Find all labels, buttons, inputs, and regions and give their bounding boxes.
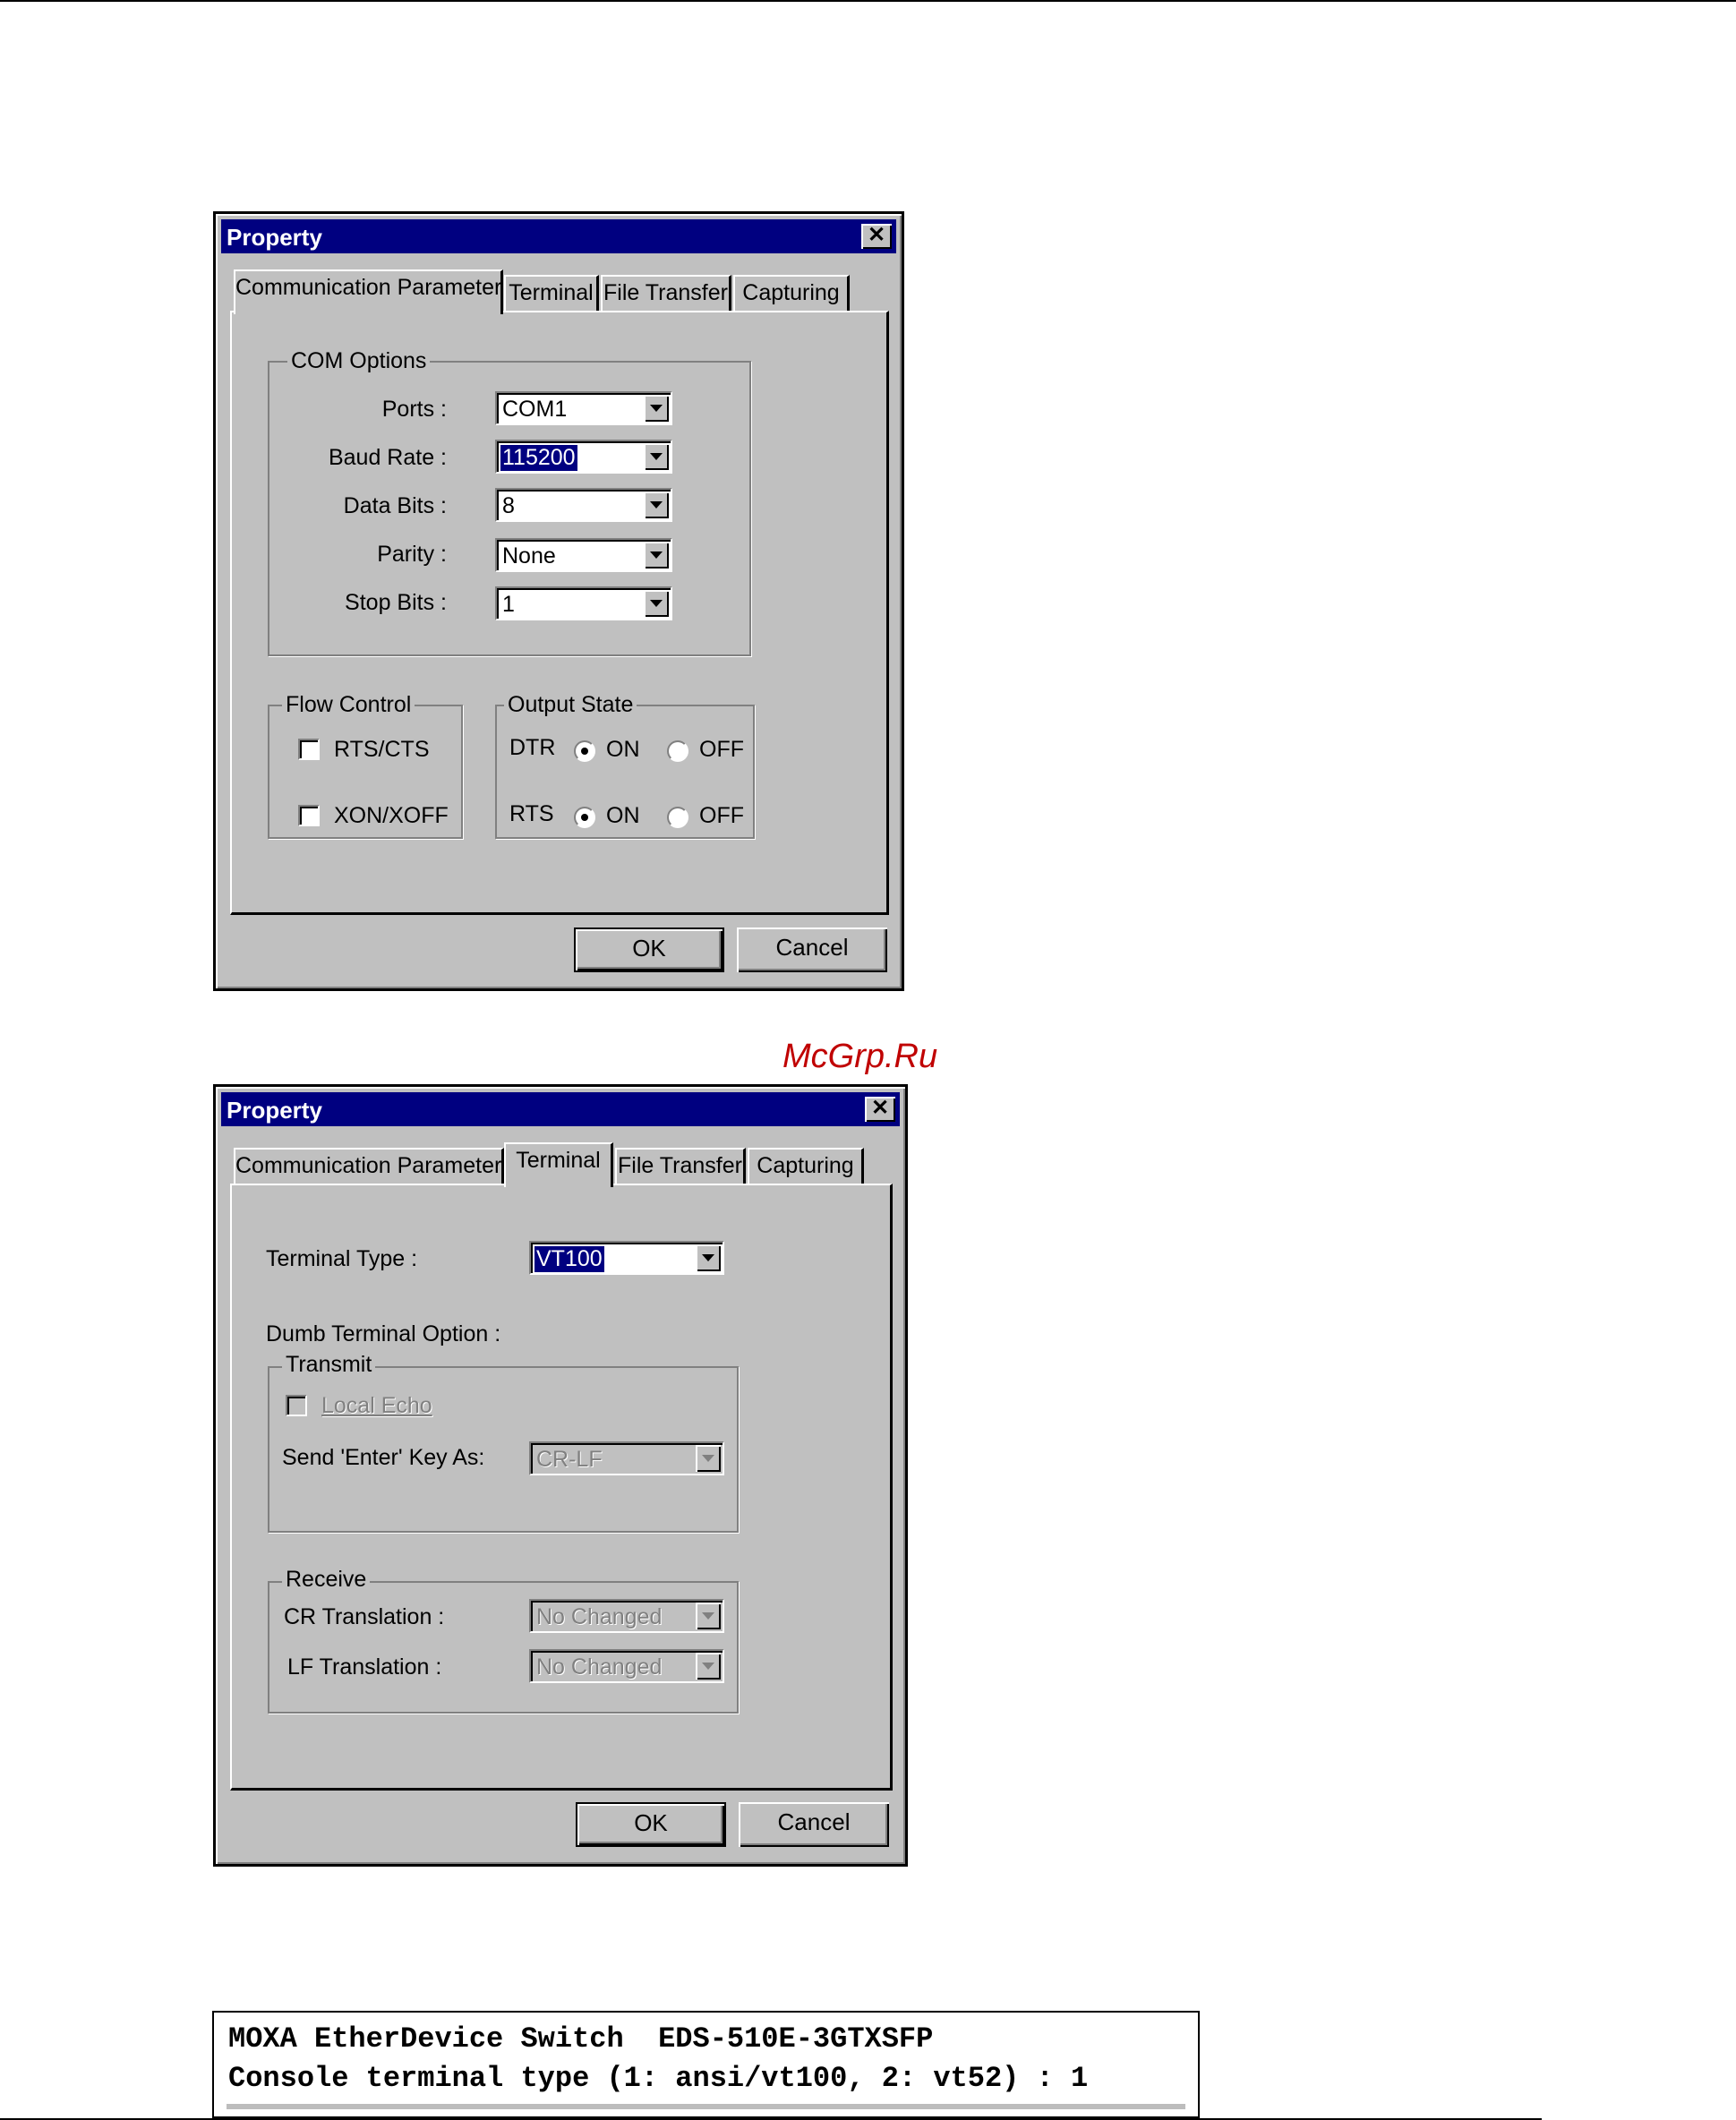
console-line-1: MOXA EtherDevice Switch EDS-510E-3GTXSFP bbox=[228, 2022, 934, 2056]
send-enter-label: Send 'Enter' Key As: bbox=[282, 1445, 485, 1470]
output-state-legend: Output State bbox=[504, 692, 637, 718]
baud-rate-select[interactable]: 115200 bbox=[495, 440, 672, 474]
rts-off-label: OFF bbox=[699, 803, 744, 828]
chevron-down-icon[interactable] bbox=[696, 1445, 721, 1472]
cr-translation-select[interactable]: No Changed bbox=[529, 1599, 724, 1633]
baud-rate-label: Baud Rate : bbox=[328, 445, 447, 470]
transmit-legend: Transmit bbox=[282, 1352, 376, 1378]
cancel-button[interactable]: Cancel bbox=[739, 1802, 889, 1847]
stop-bits-value: 1 bbox=[502, 592, 515, 617]
data-bits-label: Data Bits : bbox=[343, 493, 447, 518]
chevron-down-icon[interactable] bbox=[644, 590, 669, 617]
chevron-down-icon[interactable] bbox=[644, 443, 669, 470]
send-enter-select[interactable]: CR-LF bbox=[529, 1441, 724, 1475]
tab-communication-parameter[interactable]: Communication Parameter bbox=[234, 269, 503, 314]
title-bar: Property ✕ bbox=[221, 1092, 900, 1126]
chevron-down-icon[interactable] bbox=[696, 1653, 721, 1680]
dialog-title: Property bbox=[227, 224, 322, 251]
cr-translation-label: CR Translation : bbox=[284, 1604, 445, 1629]
cr-translation-value: No Changed bbox=[536, 1604, 663, 1629]
tab-capturing[interactable]: Capturing bbox=[748, 1148, 864, 1185]
property-dialog-communication: Property ✕ Communication Parameter Termi… bbox=[213, 211, 904, 991]
rts-label: RTS bbox=[509, 801, 554, 826]
terminal-type-value: VT100 bbox=[534, 1245, 605, 1273]
dtr-on-label: ON bbox=[606, 737, 640, 762]
stop-bits-label: Stop Bits : bbox=[345, 590, 447, 615]
parity-value: None bbox=[502, 543, 556, 568]
chevron-down-icon[interactable] bbox=[644, 395, 669, 422]
chevron-down-icon[interactable] bbox=[644, 492, 669, 518]
lf-translation-value: No Changed bbox=[536, 1654, 663, 1680]
rts-on-label: ON bbox=[606, 803, 640, 828]
console-terminal: MOXA EtherDevice Switch EDS-510E-3GTXSFP… bbox=[212, 2011, 1200, 2118]
chevron-down-icon[interactable] bbox=[644, 542, 669, 568]
dialog-title: Property bbox=[227, 1097, 322, 1124]
dtr-on-radio[interactable] bbox=[574, 740, 595, 762]
flow-control-legend: Flow Control bbox=[282, 692, 415, 718]
ports-label: Ports : bbox=[381, 397, 447, 422]
tab-file-transfer[interactable]: File Transfer bbox=[601, 275, 731, 312]
local-echo-checkbox[interactable] bbox=[286, 1395, 307, 1416]
close-button[interactable]: ✕ bbox=[865, 1097, 895, 1122]
watermark: McGrp.Ru bbox=[782, 1038, 938, 1075]
xon-xoff-checkbox[interactable] bbox=[298, 805, 320, 826]
send-enter-value: CR-LF bbox=[536, 1447, 603, 1472]
com-options-legend: COM Options bbox=[287, 348, 431, 374]
cancel-button[interactable]: Cancel bbox=[737, 928, 887, 972]
terminal-type-select[interactable]: VT100 bbox=[529, 1241, 724, 1275]
tab-panel: Terminal Type : VT100 Dumb Terminal Opti… bbox=[230, 1184, 893, 1791]
console-line-2: Console terminal type (1: ansi/vt100, 2:… bbox=[228, 2062, 1089, 2095]
close-button[interactable]: ✕ bbox=[861, 224, 892, 249]
chevron-down-icon[interactable] bbox=[696, 1244, 721, 1271]
data-bits-select[interactable]: 8 bbox=[495, 488, 672, 522]
lf-translation-label: LF Translation : bbox=[287, 1654, 442, 1680]
dtr-off-label: OFF bbox=[699, 737, 744, 762]
stop-bits-select[interactable]: 1 bbox=[495, 586, 672, 620]
dtr-label: DTR bbox=[509, 735, 556, 760]
rts-cts-checkbox[interactable] bbox=[298, 739, 320, 760]
parity-select[interactable]: None bbox=[495, 538, 672, 572]
rts-off-radio[interactable] bbox=[667, 807, 688, 828]
tab-file-transfer[interactable]: File Transfer bbox=[615, 1148, 746, 1185]
tab-panel: COM Options Ports : COM1 Baud Rate : 115… bbox=[230, 311, 889, 915]
title-bar: Property ✕ bbox=[221, 219, 896, 253]
rts-on-radio[interactable] bbox=[574, 807, 595, 828]
local-echo-label: Local Echo bbox=[321, 1393, 432, 1418]
tab-capturing[interactable]: Capturing bbox=[733, 275, 850, 312]
console-scroll-shade bbox=[227, 2104, 1185, 2109]
tab-terminal[interactable]: Terminal bbox=[504, 1142, 613, 1187]
tab-terminal[interactable]: Terminal bbox=[504, 275, 599, 312]
terminal-type-label: Terminal Type : bbox=[266, 1246, 418, 1271]
dtr-off-radio[interactable] bbox=[667, 740, 688, 762]
ports-select[interactable]: COM1 bbox=[495, 391, 672, 425]
property-dialog-terminal: Property ✕ Communication Parameter Termi… bbox=[213, 1084, 908, 1867]
ok-button[interactable]: OK bbox=[576, 1802, 726, 1847]
parity-label: Parity : bbox=[377, 542, 447, 567]
top-rule bbox=[0, 0, 1736, 2]
lf-translation-select[interactable]: No Changed bbox=[529, 1649, 724, 1683]
receive-legend: Receive bbox=[282, 1567, 371, 1593]
chevron-down-icon[interactable] bbox=[696, 1603, 721, 1629]
ok-button[interactable]: OK bbox=[574, 928, 724, 972]
tab-communication-parameter[interactable]: Communication Parameter bbox=[234, 1148, 504, 1185]
rts-cts-label: RTS/CTS bbox=[334, 737, 430, 762]
ports-value: COM1 bbox=[502, 397, 568, 422]
dumb-terminal-option-label: Dumb Terminal Option : bbox=[266, 1321, 501, 1346]
xon-xoff-label: XON/XOFF bbox=[334, 803, 449, 828]
data-bits-value: 8 bbox=[502, 493, 515, 518]
baud-rate-value: 115200 bbox=[500, 444, 578, 472]
